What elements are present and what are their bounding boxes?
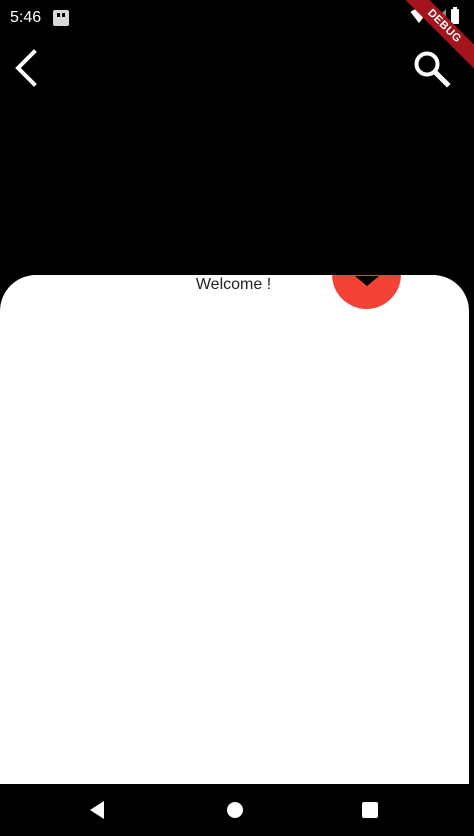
welcome-label: Welcome !	[195, 276, 272, 293]
status-time: 5:46	[10, 9, 42, 26]
screen: 5:46 DEBUG Welcome !	[0, 0, 474, 836]
navigation-bar	[0, 784, 474, 836]
wifi-icon	[410, 8, 428, 23]
battery-icon	[451, 7, 459, 24]
status-bar: 5:46	[0, 0, 474, 36]
search-button[interactable]	[410, 46, 454, 90]
nav-recents-icon[interactable]	[362, 802, 378, 818]
nav-home-icon[interactable]	[227, 802, 243, 818]
back-arrow-icon	[15, 49, 37, 87]
nav-back-icon[interactable]	[88, 800, 106, 820]
content-sheet: Welcome !	[0, 275, 469, 784]
chevron-down-icon	[355, 276, 379, 286]
search-icon	[414, 51, 451, 88]
signal-icon	[432, 9, 446, 23]
back-button[interactable]	[8, 46, 48, 90]
app-notification-icon	[53, 10, 69, 26]
